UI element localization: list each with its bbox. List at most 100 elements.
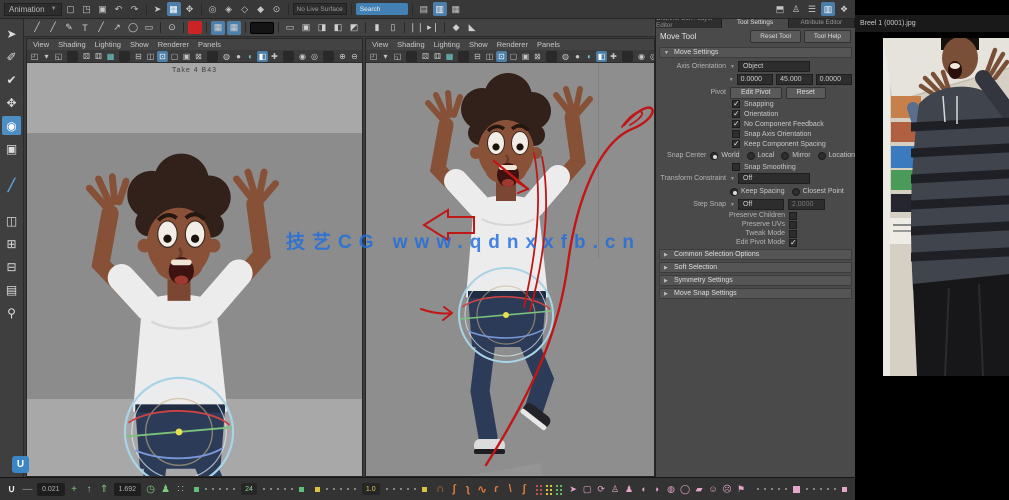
mode-icon[interactable]: ∷ [174,481,187,497]
shelf-icon[interactable] [183,22,184,33]
curve-preset-icon[interactable]: ʅ [462,481,475,497]
toolbox-icon[interactable]: ╱ [2,175,21,194]
viewport-toolbar-icon[interactable]: ◐ [245,51,256,62]
shelf-icon[interactable]: ↗ [110,21,124,35]
viewport-toolbar-icon[interactable] [323,51,334,62]
add-key-icon[interactable]: ↑ [83,481,96,497]
status-icon[interactable]: ▦ [167,2,181,16]
shelf-icon[interactable]: ╱ [94,21,108,35]
checkbox[interactable] [732,130,740,138]
checkbox[interactable] [789,221,797,229]
menu-set-selector[interactable]: Animation ▼ [4,3,62,16]
status-icon[interactable]: ⊙ [270,2,284,16]
viewport-toolbar-icon[interactable]: ✚ [269,51,280,62]
pivot-button[interactable]: Edit Pivot [730,87,782,99]
minus-icon[interactable]: — [21,481,34,497]
shelf-icon[interactable]: ▸❘ [426,21,440,35]
radio-option[interactable]: Keep Spacing [730,188,785,196]
checkbox[interactable] [789,212,797,220]
shelf-icon[interactable]: ⊙ [165,21,179,35]
radio-option[interactable]: Mirror [781,152,810,160]
anim-tool-icon[interactable]: ◍ [665,481,678,497]
viewport-menu-item[interactable]: Renderer [158,40,189,49]
curve-preset-icon[interactable]: ∩ [434,481,447,497]
status-icon[interactable]: ↶ [112,2,126,16]
viewport-toolbar-icon[interactable]: ⊖ [349,51,360,62]
toolbox-icon[interactable]: ⊞ [2,234,21,253]
axis-x-field[interactable]: 0.0000 [737,74,773,85]
viewport-toolbar-icon[interactable]: ◎ [309,51,320,62]
shelf-icon[interactable]: ◣ [465,21,479,35]
shelf-icon[interactable]: ▦ [211,21,225,35]
viewport-menu-item[interactable]: View [33,40,49,49]
collapsed-section-header[interactable]: Common Selection Options [659,249,852,260]
status-icon[interactable]: ▢ [64,2,78,16]
viewport-toolbar-icon[interactable]: ◱ [53,51,64,62]
viewport-toolbar-icon[interactable]: ▣ [181,51,192,62]
axis-z-field[interactable]: 0.0000 [816,74,852,85]
sidebar-toggle-icon[interactable]: ⬒ [773,2,787,16]
toolbox-icon[interactable] [2,198,21,207]
checkbox[interactable] [732,100,740,108]
video-title-bar[interactable]: Breel 1 (0001).jpg [855,15,1009,33]
shelf-icon[interactable]: ◩ [347,21,361,35]
curve-preset-icon[interactable]: ɾ [490,481,503,497]
axis-orientation-select[interactable]: Object [738,61,810,72]
keyframe-column-icon[interactable] [555,484,563,495]
radio-option[interactable]: World [710,152,739,160]
collapsed-section-header[interactable]: Move Snap Settings [659,288,852,299]
checkbox[interactable] [732,110,740,118]
shelf-icon[interactable]: ◆ [449,21,463,35]
status-icon[interactable]: No Live Surface [293,3,347,15]
anim-tool-icon[interactable]: ➤ [567,481,580,497]
viewport-menu-item[interactable]: Panels [537,40,560,49]
status-icon[interactable]: ◳ [80,2,94,16]
viewport-menu-item[interactable]: Shading [58,40,86,49]
viewport-menu-item[interactable]: Show [469,40,488,49]
radio-option[interactable]: Local [747,152,775,160]
viewport-toolbar-icon[interactable] [207,51,218,62]
checkbox[interactable] [732,163,740,171]
viewport-toolbar-icon[interactable]: ⊘ [361,51,363,62]
anim-tool-icon[interactable]: ⟳ [595,481,608,497]
viewport-toolbar-icon[interactable]: ◫ [145,51,156,62]
toolbox-icon[interactable]: ✔ [2,70,21,89]
toolbox-icon[interactable]: ▤ [2,280,21,299]
status-icon[interactable]: ▤ [417,2,431,16]
checkbox[interactable] [732,140,740,148]
shelf-icon[interactable]: ❘❘ [409,21,424,35]
add-key-icon[interactable]: ⇑ [98,481,111,497]
viewport-toolbar-icon[interactable]: ▢ [169,51,180,62]
mode-icon[interactable]: ♟ [159,481,172,497]
viewport-menu-item[interactable]: Panels [198,40,221,49]
viewport-left-canvas[interactable]: Take 4 B43 [27,63,362,476]
shelf-icon[interactable] [444,22,445,33]
viewport-toolbar-icon[interactable]: ⊟ [133,51,144,62]
move-settings-section[interactable]: Move Settings [659,47,852,58]
shelf-icon[interactable]: ▣ [299,21,313,35]
frame-value-field[interactable]: 1.692 [114,483,142,496]
toolbox-icon[interactable]: ✐ [2,47,21,66]
status-icon[interactable]: ✥ [183,2,197,16]
status-icon[interactable] [201,4,202,15]
shelf-icon[interactable] [365,22,366,33]
status-icon[interactable]: ↷ [128,2,142,16]
toolbox-icon[interactable]: ▣ [2,139,21,158]
checkbox[interactable] [789,230,797,238]
toolbox-icon[interactable]: ⊟ [2,257,21,276]
checkbox[interactable] [732,120,740,128]
step-snap-size-field[interactable]: 2.0000 [788,199,825,210]
shelf-icon[interactable] [188,21,202,34]
viewport-toolbar-icon[interactable]: ◰ [368,51,379,62]
viewport-toolbar-icon[interactable]: ● [233,51,244,62]
animbot-badge[interactable]: U [12,456,29,473]
tool-help-button[interactable]: Tool Help [804,30,851,43]
viewport-toolbar-icon[interactable]: ◉ [297,51,308,62]
slider-handle[interactable] [793,486,800,493]
shelf-icon[interactable]: ▯ [386,21,400,35]
sidebar-toggle-icon[interactable]: ☰ [805,2,819,16]
viewport-toolbar-icon[interactable]: ⊕ [337,51,348,62]
collapsed-section-header[interactable]: Symmetry Settings [659,275,852,286]
pivot-button[interactable]: Reset [786,87,826,99]
viewport-toolbar-icon[interactable]: ⊠ [193,51,204,62]
